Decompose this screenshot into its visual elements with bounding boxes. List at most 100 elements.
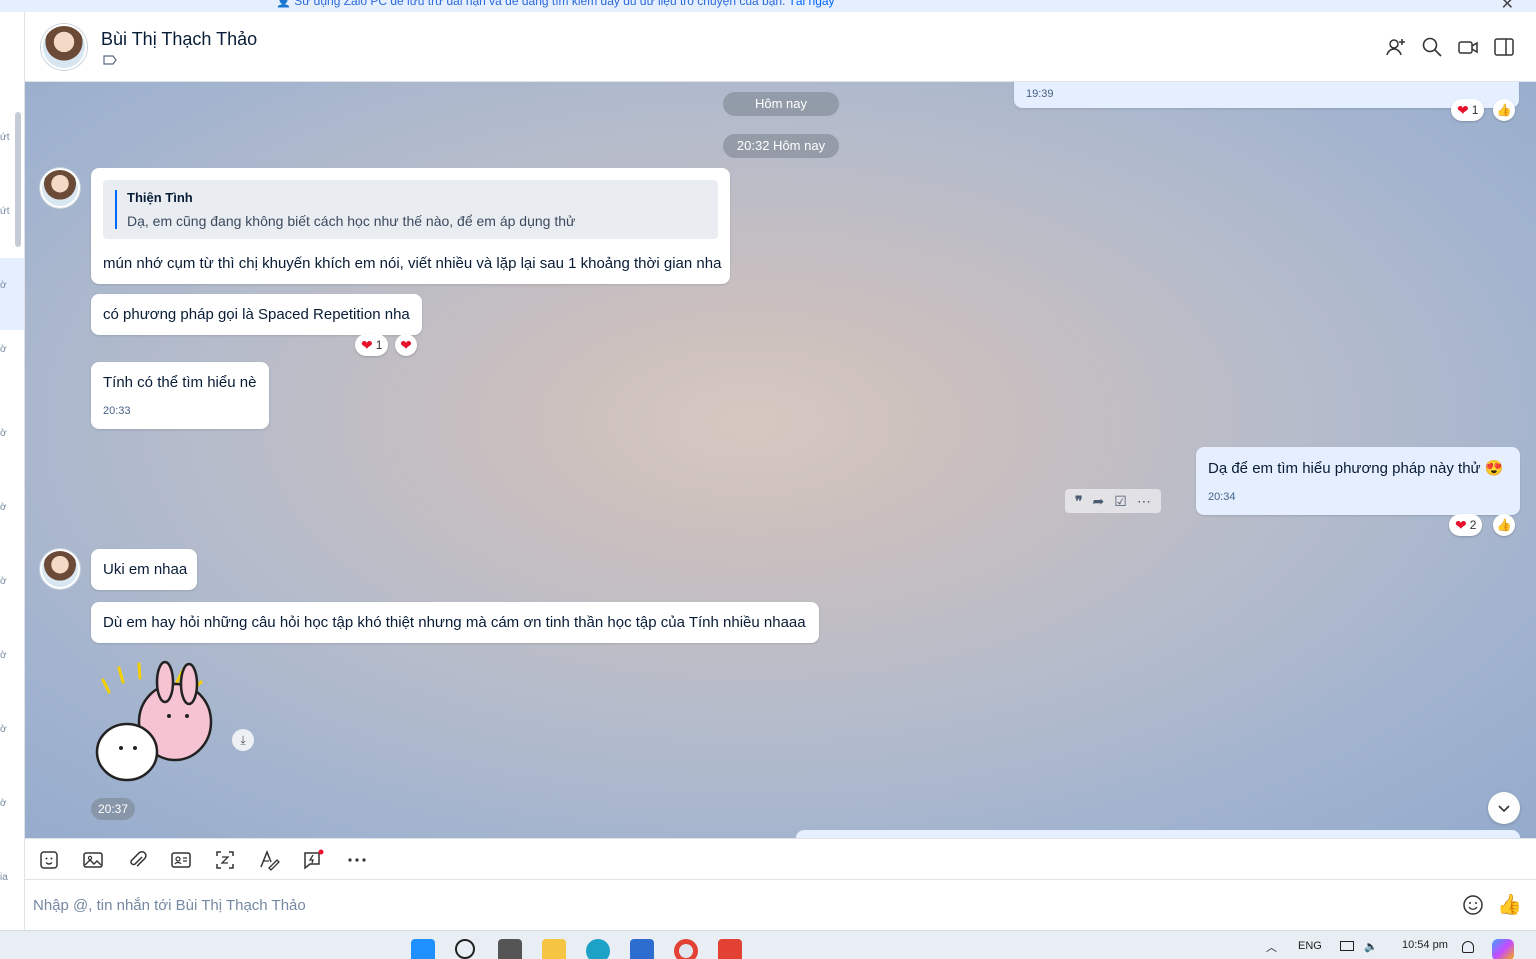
close-icon[interactable]: ✕ [1501, 0, 1514, 12]
reaction-badge[interactable]: ❤ 1 [1451, 99, 1485, 121]
download-icon[interactable]: ⤓ [232, 729, 254, 751]
message-text: Tính có thể tìm hiểu nè [103, 374, 257, 391]
forward-icon[interactable]: ➦ [1093, 493, 1105, 510]
chat-header: Bùi Thị Thạch Thảo [25, 12, 1536, 82]
image-icon[interactable] [82, 849, 104, 871]
screenshot-icon[interactable] [214, 849, 236, 871]
format-icon[interactable] [258, 849, 280, 871]
thumb-up-icon: 👍 [1496, 103, 1512, 117]
more-icon[interactable]: ⋯ [1137, 493, 1151, 510]
reaction-count: 1 [1471, 103, 1479, 117]
chevron-up-icon[interactable]: ︿ [1266, 939, 1277, 955]
heart-icon: ❤ [1455, 517, 1467, 533]
message-bubble-outgoing[interactable] [796, 830, 1520, 838]
list-item[interactable]: ờ [0, 576, 7, 587]
sidebar-toggle-icon[interactable] [1493, 36, 1515, 58]
message-bubble-outgoing[interactable]: Dạ để em tìm hiểu phương pháp này thử 😍 … [1196, 447, 1520, 515]
message-composer: 👍 [25, 880, 1536, 930]
banner-text: Sử dụng Zalo PC để lưu trữ dài hạn và dễ… [294, 0, 786, 8]
info-icon: 👤 [276, 0, 291, 8]
like-button[interactable]: 👍 [1493, 514, 1515, 536]
message-bubble-incoming[interactable]: Thiện Tình Dạ, em cũng đang không biết c… [91, 168, 730, 284]
message-bubble-incoming[interactable]: Uki em nhaa [91, 549, 197, 590]
reaction-count: 1 [375, 338, 383, 352]
file-explorer-icon[interactable] [542, 939, 566, 959]
search-icon[interactable] [455, 939, 475, 959]
message-time: 20:34 [1208, 491, 1236, 503]
message-text: có phương pháp gọi là Spaced Repetition … [103, 306, 410, 323]
message-bubble-incoming[interactable]: Dù em hay hỏi những câu hỏi học tập khó … [91, 602, 819, 643]
conversation-list: ứt ứt ờ ờ ờ ờ ờ ờ ờ ờ ia [0, 12, 25, 930]
search-icon[interactable] [1421, 36, 1443, 58]
message-text: mún nhớ cụm từ thì chị khuyến khích em n… [103, 255, 722, 272]
contact-card-icon[interactable] [170, 849, 192, 871]
store-icon[interactable] [630, 939, 654, 959]
time-separator: 20:32 Hôm nay [723, 134, 839, 158]
list-item[interactable]: ờ [0, 428, 7, 439]
edge-icon[interactable] [586, 939, 610, 959]
promo-banner: 👤 Sử dụng Zalo PC để lưu trữ dài hạn và … [0, 0, 1536, 12]
network-icon[interactable] [1340, 941, 1354, 951]
list-item[interactable]: ứt [0, 206, 9, 217]
list-item[interactable]: ia [0, 872, 8, 883]
emoji-icon[interactable] [1462, 894, 1484, 916]
app-icon[interactable] [718, 939, 742, 959]
list-item[interactable]: ờ [0, 280, 7, 291]
quick-message-icon[interactable] [302, 849, 324, 871]
message-bubble-incoming[interactable]: Tính có thể tìm hiểu nè 20:33 [91, 362, 269, 429]
tag-icon[interactable] [103, 55, 117, 65]
volume-icon[interactable]: 🔈 [1364, 940, 1378, 953]
add-member-icon[interactable] [1385, 36, 1407, 58]
notification-icon[interactable] [1462, 941, 1474, 953]
task-icon[interactable]: ☑ [1114, 493, 1127, 510]
language-indicator[interactable]: ENG [1298, 940, 1322, 952]
attach-icon[interactable] [126, 849, 148, 871]
list-item[interactable]: ứt [0, 132, 9, 143]
message-time: 19:39 [1026, 88, 1054, 100]
list-item[interactable]: ờ [0, 502, 7, 513]
contact-name[interactable]: Bùi Thị Thạch Thảo [101, 29, 257, 50]
copilot-icon[interactable] [1492, 939, 1514, 959]
os-taskbar: ︿ ENG 🔈 10:54 pm [0, 930, 1536, 959]
list-item[interactable]: ờ [0, 798, 7, 809]
quoted-message[interactable]: Thiện Tình Dạ, em cũng đang không biết c… [103, 180, 718, 239]
heart-eyes-emoji-icon: 😍 [1484, 460, 1504, 477]
avatar[interactable] [40, 168, 80, 208]
like-button[interactable]: 👍 [1493, 99, 1515, 121]
list-item[interactable]: ờ [0, 650, 7, 661]
start-icon[interactable] [411, 939, 435, 959]
list-item[interactable]: ờ [0, 344, 7, 355]
day-separator: Hôm nay [723, 92, 839, 116]
message-actions: ❞ ➦ ☑ ⋯ [1065, 489, 1161, 513]
avatar[interactable] [41, 24, 87, 70]
react-button[interactable]: ❤ [395, 334, 417, 356]
message-list[interactable]: 19:39 ❤ 1 👍 Hôm nay 20:32 Hôm nay Thiện T… [25, 82, 1536, 838]
message-text: Dù em hay hỏi những câu hỏi học tập khó … [103, 614, 806, 631]
reaction-badge[interactable]: ❤ 2 [1449, 514, 1483, 536]
clock[interactable]: 10:54 pm [1402, 939, 1448, 951]
list-scrollbar[interactable] [15, 112, 21, 247]
selected-conversation[interactable] [0, 258, 24, 330]
message-bubble-outgoing[interactable]: 19:39 [1014, 82, 1519, 108]
list-item[interactable]: ờ [0, 724, 7, 735]
chrome-icon[interactable] [674, 939, 698, 959]
sticker-icon[interactable] [38, 849, 60, 871]
avatar[interactable] [40, 549, 80, 589]
banner-link[interactable]: Tải ngay [789, 0, 835, 8]
message-time: 20:33 [103, 405, 131, 417]
heart-icon: ❤ [1457, 102, 1469, 118]
message-time: 20:37 [91, 798, 135, 820]
video-call-icon[interactable] [1457, 36, 1479, 58]
message-bubble-incoming[interactable]: có phương pháp gọi là Spaced Repetition … [91, 294, 422, 335]
heart-icon: ❤ [400, 337, 412, 353]
more-icon[interactable] [346, 849, 368, 871]
task-view-icon[interactable] [498, 939, 522, 959]
thumb-up-send-icon[interactable]: 👍 [1497, 892, 1522, 917]
kanahei-rabbit-sticker[interactable] [91, 660, 225, 788]
quote-text: Dạ, em cũng đang không biết cách học như… [127, 213, 576, 229]
reaction-badge[interactable]: ❤ 1 [355, 334, 389, 356]
thumb-up-icon: 👍 [1496, 518, 1512, 532]
message-input[interactable] [33, 892, 1433, 918]
quote-icon[interactable]: ❞ [1075, 493, 1083, 510]
scroll-down-button[interactable] [1488, 792, 1520, 824]
